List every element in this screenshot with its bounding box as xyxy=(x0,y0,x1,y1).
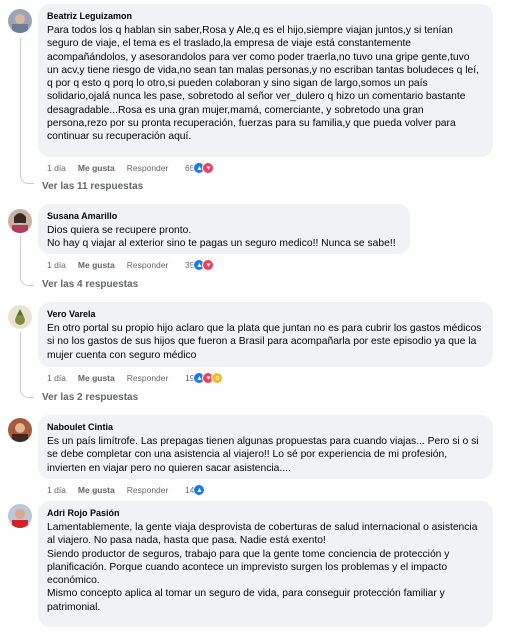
like-button[interactable]: Me gusta xyxy=(78,163,115,173)
reaction-summary[interactable]: 65 ▲ ♥ xyxy=(185,162,215,174)
comment-actions: 1 día Me gusta Responder xyxy=(47,483,180,497)
comment-actions: 1 día Me gusta Responder xyxy=(47,371,180,385)
view-replies-link[interactable]: Ver las 2 respuestas xyxy=(42,392,138,403)
reaction-summary[interactable]: 35 ▲ ♥ xyxy=(185,259,215,271)
like-button[interactable]: Me gusta xyxy=(78,260,115,270)
comment-bubble: Naboulet Cintia Es un país limítrofe. La… xyxy=(38,415,493,479)
reply-button[interactable]: Responder xyxy=(127,373,169,383)
love-icon: ♥ xyxy=(202,259,215,271)
view-replies-link[interactable]: Ver las 11 respuestas xyxy=(42,181,143,192)
comment-text: Para todos los q hablan sin saber,Rosa y… xyxy=(47,25,479,143)
comment-text: En otro portal su propio hijo aclaro que… xyxy=(47,323,482,361)
reply-button[interactable]: Responder xyxy=(127,260,169,270)
comment-text: Es un país limítrofe. Las prepagas tiene… xyxy=(47,436,479,474)
like-button[interactable]: Me gusta xyxy=(78,373,115,383)
reply-button[interactable]: Responder xyxy=(127,485,169,495)
avatar[interactable] xyxy=(8,209,32,233)
reply-button[interactable]: Responder xyxy=(127,163,169,173)
comment-actions: 1 día Me gusta Responder xyxy=(47,161,180,175)
comment-text: Dios quiera se recupere pronto. No hay q… xyxy=(47,225,396,250)
comment-bubble: Susana Amarillo Dios quiera se recupere … xyxy=(38,204,410,254)
comment-text: Lamentablemente, la gente viaja desprovi… xyxy=(47,522,478,613)
reply-thread-line xyxy=(20,38,34,184)
comment-time[interactable]: 1 día xyxy=(47,485,66,495)
comment-bubble: Vero Varela En otro portal su propio hij… xyxy=(38,302,493,367)
reply-thread-line xyxy=(20,236,34,286)
comment-bubble: Adri Rojo Pasión Lamentablemente, la gen… xyxy=(38,501,493,627)
like-icon: ▲ xyxy=(193,484,206,496)
reaction-summary[interactable]: 14 ▲ xyxy=(185,484,206,496)
avatar[interactable] xyxy=(8,504,32,528)
comment-time[interactable]: 1 día xyxy=(47,163,66,173)
comment-author[interactable]: Beatriz Leguizamon xyxy=(47,10,483,22)
avatar[interactable] xyxy=(8,305,32,329)
reaction-summary[interactable]: 19 ▲ ♥ o xyxy=(185,372,224,384)
avatar[interactable] xyxy=(8,9,32,33)
comment-time[interactable]: 1 día xyxy=(47,260,66,270)
comment-actions: 1 día Me gusta Responder xyxy=(47,258,180,272)
love-icon: ♥ xyxy=(202,162,215,174)
like-button[interactable]: Me gusta xyxy=(78,485,115,495)
comment-bubble: Beatriz Leguizamon Para todos los q habl… xyxy=(38,4,493,157)
comment-author[interactable]: Naboulet Cintia xyxy=(47,421,483,433)
comment-author[interactable]: Susana Amarillo xyxy=(47,210,400,222)
view-replies-link[interactable]: Ver las 4 respuestas xyxy=(42,279,138,290)
reply-thread-line xyxy=(20,332,34,398)
avatar[interactable] xyxy=(8,418,32,442)
wow-icon: o xyxy=(211,372,224,384)
comment-time[interactable]: 1 día xyxy=(47,373,66,383)
comment-author[interactable]: Adri Rojo Pasión xyxy=(47,507,483,519)
comment-author[interactable]: Vero Varela xyxy=(47,308,483,320)
